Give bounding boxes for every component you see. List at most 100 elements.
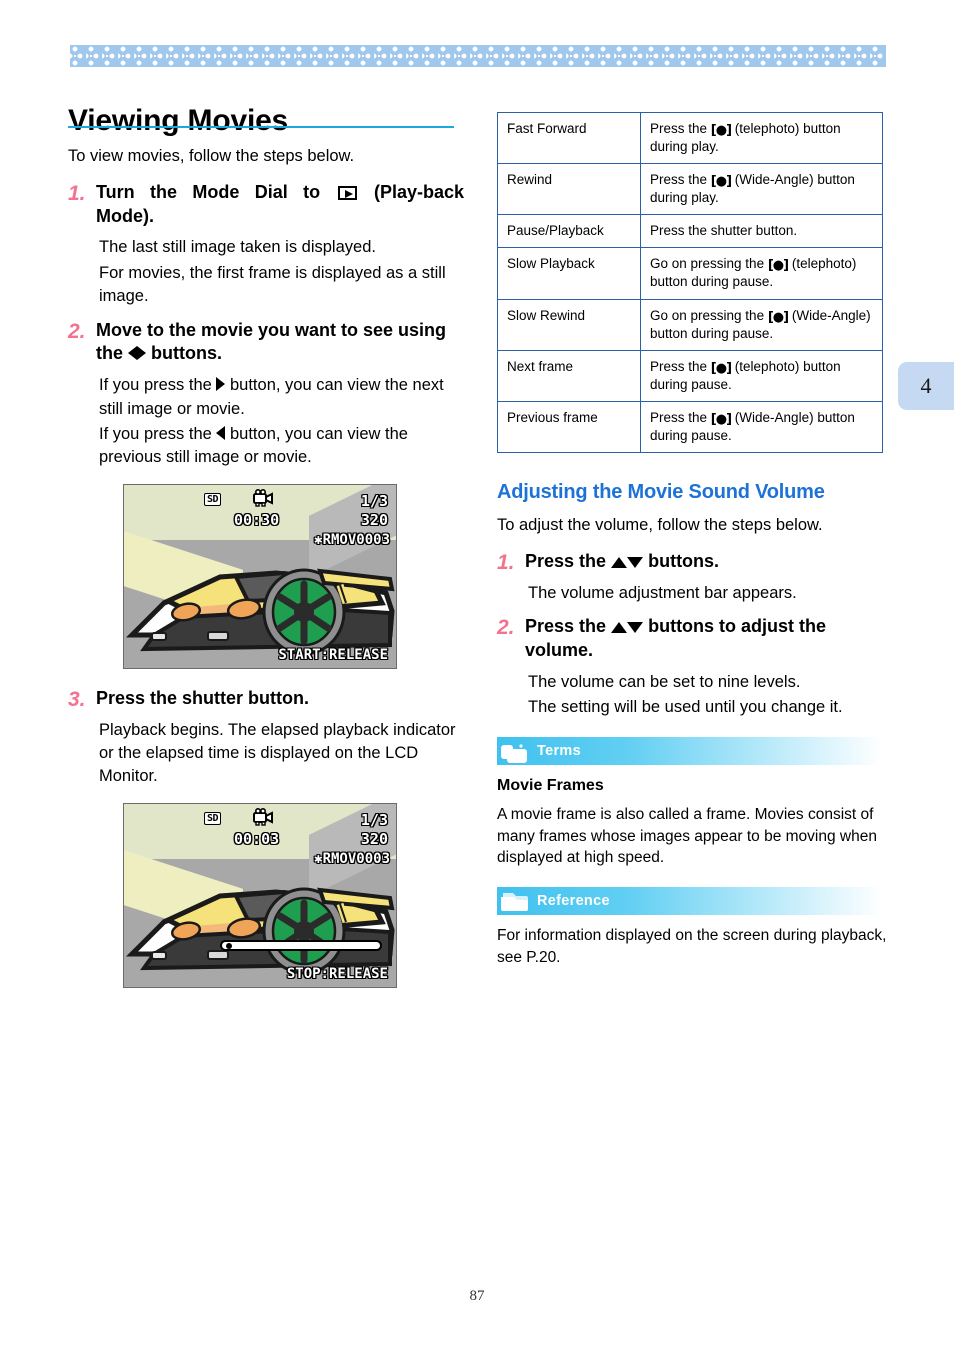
step-1-body-line-1: The last still image taken is displayed. <box>99 238 376 257</box>
step-2-heading-part-b: buttons. <box>151 343 223 364</box>
page-title: Viewing Movies <box>68 104 289 138</box>
reference-callout-header: Reference <box>497 886 883 915</box>
table-row: Slow Playback Go on pressing the [●] (te… <box>497 247 883 300</box>
left-intro-text: To view movies, follow the steps below. <box>68 147 355 165</box>
movie-camera-icon <box>253 807 273 826</box>
action-text-pre: Press the <box>650 409 708 425</box>
table-row: Fast Forward Press the [●] (telephoto) b… <box>497 111 883 165</box>
step-3-number: 3. <box>68 687 86 711</box>
terms-callout-title: Movie Frames <box>497 777 604 795</box>
lcd-frame-counter: 1/3 <box>360 491 388 510</box>
telephoto-zoom-icon: [●] <box>710 360 732 376</box>
step-1: 1. Turn the Mode Dial to (Play-back Mode… <box>68 181 464 309</box>
step-1-heading-part-a: Turn the Mode Dial to <box>96 181 321 202</box>
volume-step-2-body-line-2: The setting will be used until you chang… <box>528 698 843 717</box>
lcd-bottom-hint: STOP:RELEASE <box>286 965 388 982</box>
operation-label: Next frame <box>497 349 641 402</box>
action-text-pre: Go on pressing the <box>650 256 765 272</box>
lcd-sd-badge: SD <box>204 811 222 825</box>
playback-progress-knob <box>226 943 232 950</box>
operation-label: Slow Playback <box>497 247 641 300</box>
wide-angle-zoom-icon: [●] <box>710 174 732 190</box>
chapter-tab: 4 <box>898 362 954 410</box>
volume-step-2: 2. Press the buttons to adjust the volum… <box>497 615 887 719</box>
top-border-pattern <box>70 45 886 67</box>
action-text-pre: Press the <box>650 172 708 188</box>
action-text-pre: Go on pressing the <box>650 307 765 323</box>
terms-callout-text: A movie frame is also called a frame. Mo… <box>497 805 877 867</box>
operation-action: Press the [●] (Wide-Angle) button during… <box>640 400 883 454</box>
lcd-resolution: 320 <box>360 829 388 848</box>
step-1-number: 1. <box>68 181 86 205</box>
operation-action: Press the [●] (Wide-Angle) button during… <box>640 163 883 216</box>
volume-step-2-number: 2. <box>497 616 515 640</box>
telephoto-zoom-icon: [●] <box>767 258 789 274</box>
step-2-body-line-1: If you press the button, you can view th… <box>96 374 464 421</box>
operation-label: Previous frame <box>497 400 641 454</box>
lcd-screen-playing: SD 1/3 00:03 320 ✱RMOV0003 STOP:RELEASE <box>123 802 397 988</box>
step-1-body-line-2: For movies, the first frame is displayed… <box>99 263 446 306</box>
step-3: 3. Press the shutter button. Playback be… <box>68 687 464 789</box>
lcd-elapsed-time: 00:30 <box>234 510 280 529</box>
operation-label: Slow Rewind <box>497 298 641 351</box>
step-2-number: 2. <box>68 319 86 343</box>
table-row: Pause/Playback Press the shutter button. <box>497 214 883 249</box>
playback-mode-icon <box>337 185 357 200</box>
decorative-top-border <box>70 45 886 67</box>
step-2-body-b1: If you press the <box>99 425 212 444</box>
reference-callout-body: For information displayed on the screen … <box>497 925 887 968</box>
title-underline-rule <box>68 126 454 128</box>
up-down-arrow-buttons-icon <box>611 550 644 574</box>
lcd-screen-first-frame: SD 1/3 00:30 320 ✱RMOV0003 START:RELEASE <box>123 483 397 669</box>
terms-callout-header: Terms <box>497 737 883 766</box>
reference-folder-icon <box>497 887 537 915</box>
volume-step-2-heading: Press the buttons to adjust the volume. <box>525 615 887 663</box>
operation-action: Press the [●] (telephoto) button during … <box>640 349 883 402</box>
telephoto-zoom-icon: [●] <box>710 123 732 138</box>
lcd-bottom-hint: START:RELEASE <box>278 646 388 663</box>
volume-step-1-heading: Press the buttons. <box>525 550 887 574</box>
table-row: Slow Rewind Go on pressing the [●] (Wide… <box>497 298 883 351</box>
table-row: Previous frame Press the [●] (Wide-Angle… <box>497 400 883 454</box>
step-3-heading: Press the shutter button. <box>96 687 310 708</box>
volume-step-1-heading-part-a: Press the <box>525 550 607 571</box>
operation-action: Go on pressing the [●] (Wide-Angle) butt… <box>640 298 883 351</box>
reference-callout-label: Reference <box>537 892 610 909</box>
terms-callout-label: Terms <box>537 743 581 760</box>
step-3-body-line-1: Playback begins. The elapsed playback in… <box>99 720 456 786</box>
terms-callout-body: Movie Frames A movie frame is also calle… <box>497 775 887 868</box>
action-text-pre: Press the <box>650 358 708 374</box>
up-down-arrow-buttons-icon <box>611 615 644 639</box>
terms-speech-bubble-icon <box>497 737 537 765</box>
left-arrow-button-icon <box>216 426 226 441</box>
step-2-body-line-2: If you press the button, you can view th… <box>96 423 464 470</box>
volume-step-1: 1. Press the buttons. The volume adjustm… <box>497 550 887 605</box>
step-1-heading: Turn the Mode Dial to (Play-back Mode). <box>96 181 464 229</box>
operation-label: Pause/Playback <box>497 214 641 249</box>
lcd-resolution: 320 <box>360 510 388 529</box>
volume-step-1-body: The volume adjustment bar appears. <box>528 583 797 602</box>
step-2-body-a1: If you press the <box>99 376 212 395</box>
section-subheading-volume: Adjusting the Movie Sound Volume <box>497 481 825 504</box>
action-text-pre: Press the <box>650 121 708 136</box>
movie-camera-icon <box>253 488 273 507</box>
wide-angle-zoom-icon: [●] <box>710 411 732 427</box>
page-number-footer: 87 <box>469 1288 485 1304</box>
operation-action: Press the shutter button. <box>640 214 883 249</box>
table-row: Rewind Press the [●] (Wide-Angle) button… <box>497 163 883 216</box>
operation-action: Go on pressing the [●] (telephoto) butto… <box>640 247 883 300</box>
operation-label: Rewind <box>497 163 641 216</box>
volume-step-1-heading-part-b: buttons. <box>648 550 720 571</box>
lcd-filename: ✱RMOV0003 <box>314 850 390 867</box>
left-right-arrow-buttons-icon <box>128 342 147 366</box>
lcd-sd-badge: SD <box>204 492 222 506</box>
operation-action: Press the [●] (telephoto) button during … <box>640 111 883 165</box>
right-arrow-button-icon <box>216 377 226 392</box>
wide-angle-zoom-icon: [●] <box>767 309 789 325</box>
step-2: 2. Move to the movie you want to see usi… <box>68 319 464 470</box>
volume-step-2-heading-part-a: Press the <box>525 616 607 637</box>
reference-callout-text: For information displayed on the screen … <box>497 926 887 966</box>
volume-step-1-number: 1. <box>497 550 515 574</box>
step-2-heading-part-a: Move to the movie you want to see using … <box>96 319 447 364</box>
movie-operations-table: Fast Forward Press the [●] (telephoto) b… <box>497 111 883 454</box>
